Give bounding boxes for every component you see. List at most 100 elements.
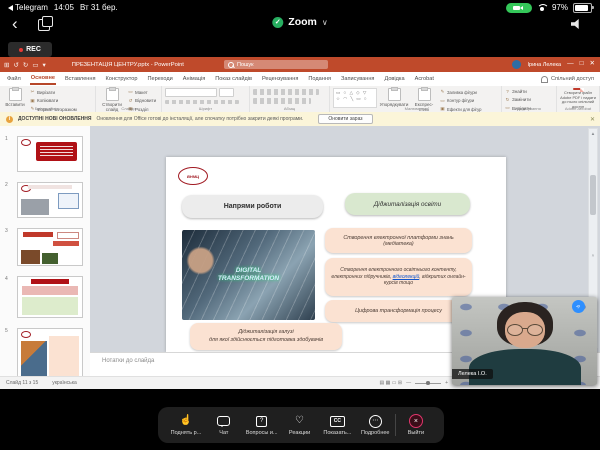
redo-icon[interactable]: ↻ [23,61,28,69]
slide-thumbnail-panel: 1 2 3 4 [0,126,91,376]
font-buttons[interactable] [165,100,239,104]
participant-video[interactable]: Лелека І.О. » [452,297,597,385]
search-box[interactable]: Пошук [224,60,328,69]
chat-button[interactable]: Чат [206,415,242,436]
arrange-button[interactable]: Упорядкувати [380,88,408,107]
secure-check-icon: ✓ [272,17,283,28]
tab-recording[interactable]: Записування [340,74,375,84]
slide-header-right: Діджиталізація освіти [345,193,470,215]
share-button[interactable]: Спільний доступ [541,76,594,83]
tab-help[interactable]: Довідка [383,74,405,84]
paragraph-buttons-row1[interactable] [253,89,319,95]
chat-icon [217,416,230,426]
update-now-button[interactable]: Оновити зараз [318,114,372,124]
camera-active-indicator [506,3,532,13]
tab-file[interactable]: Файл [6,74,22,84]
zoom-out-icon[interactable]: — [406,380,411,386]
scrollbar-thumb[interactable] [590,175,596,215]
ribbon-options-icon[interactable]: ⊞ [4,61,9,69]
tab-acrobat[interactable]: Acrobat [414,74,435,84]
zoom-in-icon[interactable]: + [445,380,448,386]
font-size-select[interactable] [219,88,234,97]
restore-icon[interactable]: □ [580,61,584,68]
thumb-number: 4 [5,276,8,282]
center-logo: ВНМЦ [178,167,208,185]
slide-thumbnail-2[interactable] [17,182,83,218]
telegram-back-link[interactable]: Telegram [8,3,48,12]
undo-icon[interactable]: ↺ [13,61,18,69]
heart-icon: ♡ [295,415,304,428]
thumbnail-row: 3 [0,226,90,268]
scroll-up-icon[interactable]: ▲ [591,131,595,136]
zoom-control-bar: ☝ Поднять р... Чат ? Вопросы и... ♡ Реак… [158,407,444,443]
transformation-box: Цифрова трансформація процесу [325,300,472,322]
slide-thumbnail-5[interactable] [17,328,83,376]
captions-button[interactable]: CC Показать... [319,415,355,436]
language-indicator[interactable]: українська [52,380,77,386]
rec-label: REC [26,46,41,53]
ribbon: Вставити ✂Вирізати ▣Копіювати ✎Формат за… [0,86,600,113]
platform-box: Створення електронної платформи знань (м… [325,228,472,253]
tab-review[interactable]: Рецензування [261,74,299,84]
thumb-number: 2 [5,182,8,188]
font-group: Шрифт [162,86,250,112]
leave-button[interactable]: × Выйти [398,415,434,436]
font-name-select[interactable] [165,88,217,97]
back-icon[interactable]: ‹ [12,14,18,34]
thumbnail-row: 2 [0,180,90,220]
drawing-group: ▭ ○ △ ◇ ▽ ☆ ◠ ╲ ▭ ○ Упорядкувати Експрес… [330,86,502,112]
tab-insert[interactable]: Вставлення [64,74,97,84]
rec-dot-icon [19,48,23,52]
more-button[interactable]: ⋯ Подробнее [357,415,393,436]
arrange-icon [388,88,401,101]
replace-button[interactable]: ↻Замінити [505,97,531,103]
tab-transitions[interactable]: Переходи [146,74,173,84]
reactions-button[interactable]: ♡ Реакции [282,415,318,436]
multitask-icon[interactable] [38,19,50,31]
tab-view[interactable]: Подання [307,74,332,84]
cut-button[interactable]: ✂Вирізати [30,89,77,95]
raise-hand-button[interactable]: ☝ Поднять р... [168,415,204,436]
slide-thumbnail-4[interactable] [17,276,83,318]
slide-counter: Слайд 11 з 15 [6,380,38,386]
update-notification-bar: i ДОСТУПНІ НОВІ ОНОВЛЕННЯ Оновлення для … [0,112,600,127]
speaker-icon[interactable] [571,19,582,29]
paste-button[interactable]: Вставити [3,88,27,107]
document-title: ПРЕЗЕНТАЦІЯ ЦЕНТРУ.pptx - PowerPoint [72,62,184,68]
prev-slide-icon[interactable]: ˄ [592,253,595,258]
close-icon[interactable]: ✕ [590,61,595,68]
tab-design[interactable]: Конструктор [105,74,139,84]
shapes-gallery[interactable]: ▭ ○ △ ◇ ▽ ☆ ◠ ╲ ▭ ○ [333,88,377,108]
qa-button[interactable]: ? Вопросы и... [244,415,280,436]
copy-button[interactable]: ▣Копіювати [30,98,77,104]
info-icon: i [6,116,13,123]
shape-fill-button[interactable]: ✎Заливка фігури [440,89,481,95]
tab-home[interactable]: Основне [30,73,56,85]
view-mode-icons[interactable]: ▤ ▦ ▭ ⊞ [380,380,403,386]
minimize-video-icon[interactable]: » [569,297,587,315]
content-box: Створення електронного освітнього контен… [325,258,472,296]
ribbon-tabs: Файл Основне Вставлення Конструктор Пере… [0,72,600,87]
new-slide-icon [106,88,119,101]
paragraph-buttons-row2[interactable] [253,98,311,104]
find-button[interactable]: ?Знайти [505,89,531,94]
slideshow-icon[interactable]: ▭ [32,61,38,69]
more-dots-icon: ⋯ [369,415,382,428]
qat-dropdown-icon[interactable]: ▾ [43,61,46,69]
minimize-icon[interactable]: — [567,61,574,68]
user-avatar[interactable] [512,60,521,69]
thumbnail-row: 5 [0,326,90,376]
tab-slideshow[interactable]: Показ слайдів [214,74,253,84]
shape-outline-button[interactable]: ▭Контур фігури [440,98,481,104]
tab-animations[interactable]: Анімація [182,74,207,84]
notification-close-icon[interactable]: ✕ [590,116,595,123]
notification-message: Оновлення для Office готові до інсталяці… [97,116,304,122]
zoom-slider[interactable] [415,383,441,384]
layout-button[interactable]: ▭Макет [128,89,156,95]
reset-button[interactable]: ↺Відновити [128,98,156,104]
slide-thumbnail-3[interactable] [17,228,83,266]
slide-thumbnail-1[interactable] [17,136,83,172]
video-lectures-link[interactable]: відеолекцій [393,274,420,280]
zoom-title[interactable]: ✓ Zoom ∨ [272,16,327,28]
notes-placeholder: Нотатки до слайда [102,358,154,364]
